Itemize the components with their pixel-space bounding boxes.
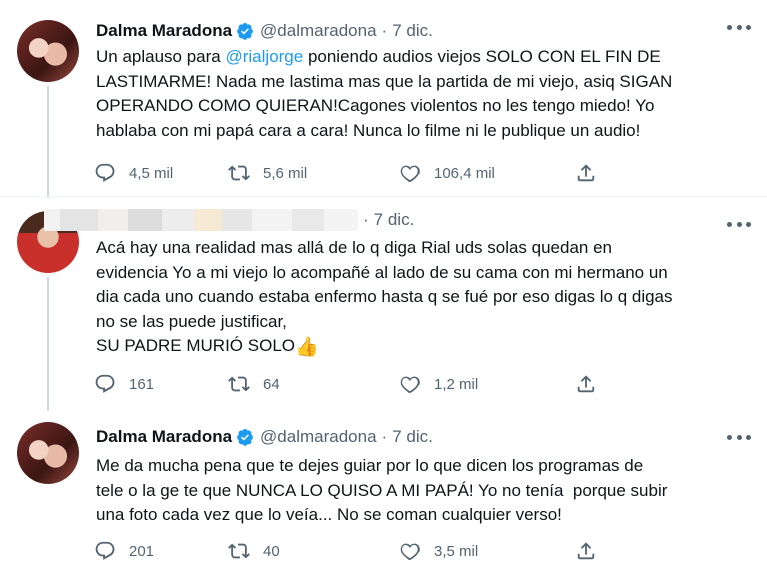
reply-button[interactable]: 161 (94, 373, 228, 395)
retweet-icon (228, 165, 250, 181)
timestamp[interactable]: 7 dic. (374, 210, 415, 230)
tweet-header: Dalma Maradona @dalmaradona · 7 dic. (96, 425, 433, 449)
blurred-name (44, 208, 358, 232)
share-button[interactable] (575, 373, 610, 395)
reply-button[interactable]: 4,5 mil (94, 162, 228, 184)
tweet-text: Acá hay una realidad mas allá de lo q di… (96, 236, 736, 361)
separator: · (381, 427, 388, 446)
retweet-button[interactable]: 5,6 mil (228, 162, 399, 184)
retweet-button[interactable]: 40 (228, 540, 399, 562)
reply-icon (95, 541, 115, 560)
separator: · (381, 21, 388, 40)
reply-icon (95, 374, 115, 393)
like-button[interactable]: 3,5 mil (399, 540, 575, 562)
more-icon[interactable] (727, 432, 751, 442)
share-icon (577, 375, 595, 393)
like-icon (400, 165, 420, 182)
share-button[interactable] (575, 540, 610, 562)
retweet-icon (228, 376, 250, 392)
mention-link[interactable]: @rialjorge (225, 47, 303, 66)
like-button[interactable]: 1,2 mil (399, 373, 575, 395)
like-button[interactable]: 106,4 mil (399, 162, 575, 184)
retweet-count: 40 (263, 542, 280, 560)
tweet[interactable]: · 7 dic. Acá hay una realidad mas allá d… (0, 200, 767, 410)
retweet-icon (228, 543, 250, 559)
tweet-header: · 7 dic. (44, 208, 414, 232)
verified-icon (237, 428, 253, 446)
timestamp[interactable]: 7 dic. (392, 427, 433, 447)
action-bar: 4,5 mil 5,6 mil 106,4 mil (94, 160, 664, 186)
timestamp[interactable]: 7 dic. (392, 21, 433, 41)
divider (0, 196, 767, 197)
tweet-text: Un aplauso para @rialjorge poniendo audi… (96, 47, 673, 140)
like-icon (400, 543, 420, 560)
handle[interactable]: @dalmaradona (260, 21, 377, 41)
reply-count: 201 (129, 542, 155, 560)
action-bar: 201 40 3,5 mil (94, 538, 664, 564)
reply-count: 161 (129, 375, 155, 393)
action-bar: 161 64 1,2 mil (94, 371, 664, 397)
avatar[interactable] (17, 422, 79, 484)
reply-button[interactable]: 201 (94, 540, 228, 562)
like-icon (400, 376, 420, 393)
reply-count: 4,5 mil (129, 164, 174, 182)
verified-icon (237, 22, 253, 40)
handle[interactable]: @dalmaradona (260, 427, 377, 447)
like-count: 106,4 mil (434, 164, 495, 182)
retweet-count: 5,6 mil (263, 164, 308, 182)
avatar[interactable] (17, 20, 79, 82)
retweet-count: 64 (263, 375, 280, 393)
thumbs-up-emoji: 👍 (295, 337, 319, 358)
more-icon[interactable] (727, 219, 751, 229)
like-count: 1,2 mil (434, 375, 479, 393)
share-icon (577, 542, 595, 560)
display-name[interactable]: Dalma Maradona (96, 21, 232, 41)
share-button[interactable] (575, 162, 610, 184)
separator: · (363, 210, 369, 229)
retweet-button[interactable]: 64 (228, 373, 399, 395)
reply-icon (95, 163, 115, 182)
share-icon (577, 164, 595, 182)
display-name[interactable]: Dalma Maradona (96, 427, 232, 447)
tweet-text: Me da mucha pena que te dejes guiar por … (96, 456, 668, 524)
tweet[interactable]: Dalma Maradona @dalmaradona · 7 dic. Me … (0, 418, 767, 574)
tweet-header: Dalma Maradona @dalmaradona · 7 dic. (96, 19, 433, 43)
like-count: 3,5 mil (434, 542, 479, 560)
more-icon[interactable] (727, 22, 751, 32)
tweet[interactable]: Dalma Maradona @dalmaradona · 7 dic. Un … (0, 11, 767, 191)
